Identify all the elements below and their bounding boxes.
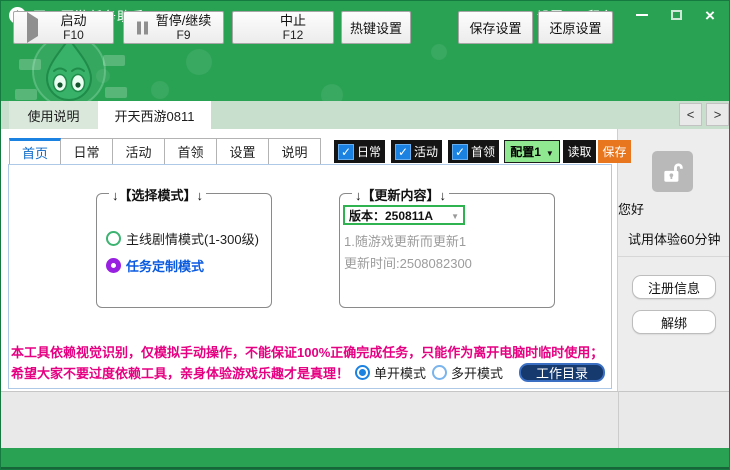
main-story-mode-option[interactable]: 主线剧情模式(1-300级) bbox=[106, 229, 259, 248]
pause-button-label: 暂停/继续 bbox=[156, 13, 212, 28]
config-select-value: 配置1 bbox=[510, 143, 541, 160]
pause-resume-button[interactable]: 暂停/继续 F9 bbox=[123, 11, 224, 44]
greeting-text: 您好 bbox=[618, 199, 644, 218]
tab-scroll-left-button[interactable] bbox=[679, 103, 702, 126]
update-note-2: 更新时间:2508082300 bbox=[344, 253, 472, 272]
stop-button[interactable]: 中止 F12 bbox=[232, 11, 334, 44]
config-select[interactable]: 配置1 bbox=[504, 140, 560, 163]
document-tabbar: 使用说明 开天西游0811 bbox=[1, 101, 730, 129]
activity-checkbox-label: 活动 bbox=[414, 143, 438, 160]
tab-usage-help[interactable]: 使用说明 bbox=[9, 101, 98, 129]
radio-unchecked-icon[interactable] bbox=[432, 365, 447, 380]
stop-button-label: 中止 bbox=[280, 13, 306, 28]
boss-checkbox-chip[interactable]: 首领 bbox=[448, 140, 499, 163]
checkbox-checked-icon[interactable] bbox=[452, 144, 468, 160]
stop-hotkey: F12 bbox=[283, 28, 304, 42]
close-icon: × bbox=[705, 7, 715, 24]
tab-settings[interactable]: 设置 bbox=[217, 138, 269, 165]
maximize-button[interactable] bbox=[663, 4, 689, 26]
minimize-icon bbox=[636, 14, 648, 16]
inner-tab-strip: 首页 日常 活动 首领 设置 说明 bbox=[9, 138, 321, 165]
tab-boss[interactable]: 首领 bbox=[165, 138, 217, 165]
restore-settings-button[interactable]: 还原设置 bbox=[538, 11, 613, 44]
version-select-value: 版本：250811A bbox=[349, 207, 433, 224]
action-bar-divider bbox=[618, 391, 619, 448]
register-info-button[interactable]: 注册信息 bbox=[632, 275, 716, 299]
start-button-label: 启动 bbox=[60, 13, 86, 28]
warning-line-1: 本工具依赖视觉识别，仅模拟手动操作，不能保证100%正确完成任务，只能作为离开电… bbox=[11, 342, 609, 361]
multi-open-mode-option[interactable]: 多开模式 bbox=[432, 363, 503, 382]
checkbox-checked-icon[interactable] bbox=[395, 144, 411, 160]
minimize-button[interactable] bbox=[629, 4, 655, 26]
warning-line-2: 希望大家不要过度依赖工具，亲身体验游戏乐趣才是真理！ bbox=[11, 363, 349, 382]
tab-scroll-right-button[interactable] bbox=[706, 103, 729, 126]
radio-unchecked-icon[interactable] bbox=[106, 231, 121, 246]
start-button[interactable]: 启动 F10 bbox=[13, 11, 114, 44]
custom-task-mode-label: 任务定制模式 bbox=[126, 256, 204, 275]
chevron-down-icon bbox=[546, 145, 554, 159]
tab-help[interactable]: 说明 bbox=[269, 138, 321, 165]
read-config-button[interactable]: 读取 bbox=[563, 140, 596, 163]
main-story-mode-label: 主线剧情模式(1-300级) bbox=[126, 229, 259, 248]
single-open-mode-option[interactable]: 单开模式 bbox=[355, 363, 426, 382]
chevron-down-icon bbox=[451, 208, 459, 222]
daily-checkbox-label: 日常 bbox=[357, 143, 381, 160]
save-settings-button[interactable]: 保存设置 bbox=[458, 11, 533, 44]
app-window: 开天西游任务助手1021 设置 留言 × bbox=[0, 0, 730, 470]
multi-open-mode-label: 多开模式 bbox=[451, 363, 503, 382]
license-status-tile bbox=[652, 151, 693, 192]
version-select[interactable]: 版本：250811A bbox=[343, 205, 465, 225]
update-group-title: ↓【更新内容】↓ bbox=[352, 185, 449, 204]
checkbox-checked-icon[interactable] bbox=[338, 144, 354, 160]
pause-hotkey: F9 bbox=[176, 28, 190, 42]
trial-status-text: 试用体验60分钟 bbox=[628, 229, 720, 248]
save-config-button[interactable]: 保存 bbox=[598, 140, 631, 163]
bottom-status-strip bbox=[1, 448, 730, 470]
start-hotkey: F10 bbox=[63, 28, 84, 42]
radio-checked-icon[interactable] bbox=[355, 365, 370, 380]
unlock-icon bbox=[660, 159, 686, 185]
tab-home[interactable]: 首页 bbox=[9, 138, 61, 165]
tab-game-0811[interactable]: 开天西游0811 bbox=[98, 101, 211, 129]
single-open-mode-label: 单开模式 bbox=[374, 363, 426, 382]
mode-group-title: ↓【选择模式】↓ bbox=[109, 185, 206, 204]
close-button[interactable]: × bbox=[697, 4, 723, 26]
unbind-button[interactable]: 解绑 bbox=[632, 310, 716, 334]
maximize-icon bbox=[671, 10, 682, 20]
mode-select-groupbox: ↓【选择模式】↓ bbox=[96, 193, 272, 308]
update-note-1: 1.随游戏更新而更新1 bbox=[344, 231, 466, 250]
boss-checkbox-label: 首领 bbox=[471, 143, 495, 160]
work-directory-button[interactable]: 工作目录 bbox=[519, 363, 605, 382]
radio-checked-icon[interactable] bbox=[106, 258, 121, 273]
tab-activity[interactable]: 活动 bbox=[113, 138, 165, 165]
sidebar-divider bbox=[618, 256, 730, 257]
custom-task-mode-option[interactable]: 任务定制模式 bbox=[106, 256, 204, 275]
activity-checkbox-chip[interactable]: 活动 bbox=[391, 140, 442, 163]
action-bar bbox=[1, 391, 730, 448]
hotkey-settings-button[interactable]: 热键设置 bbox=[341, 11, 411, 44]
bottom-row: 希望大家不要过度依赖工具，亲身体验游戏乐趣才是真理！ 单开模式 多开模式 工作目… bbox=[11, 363, 609, 382]
tab-daily[interactable]: 日常 bbox=[61, 138, 113, 165]
daily-checkbox-chip[interactable]: 日常 bbox=[334, 140, 385, 163]
